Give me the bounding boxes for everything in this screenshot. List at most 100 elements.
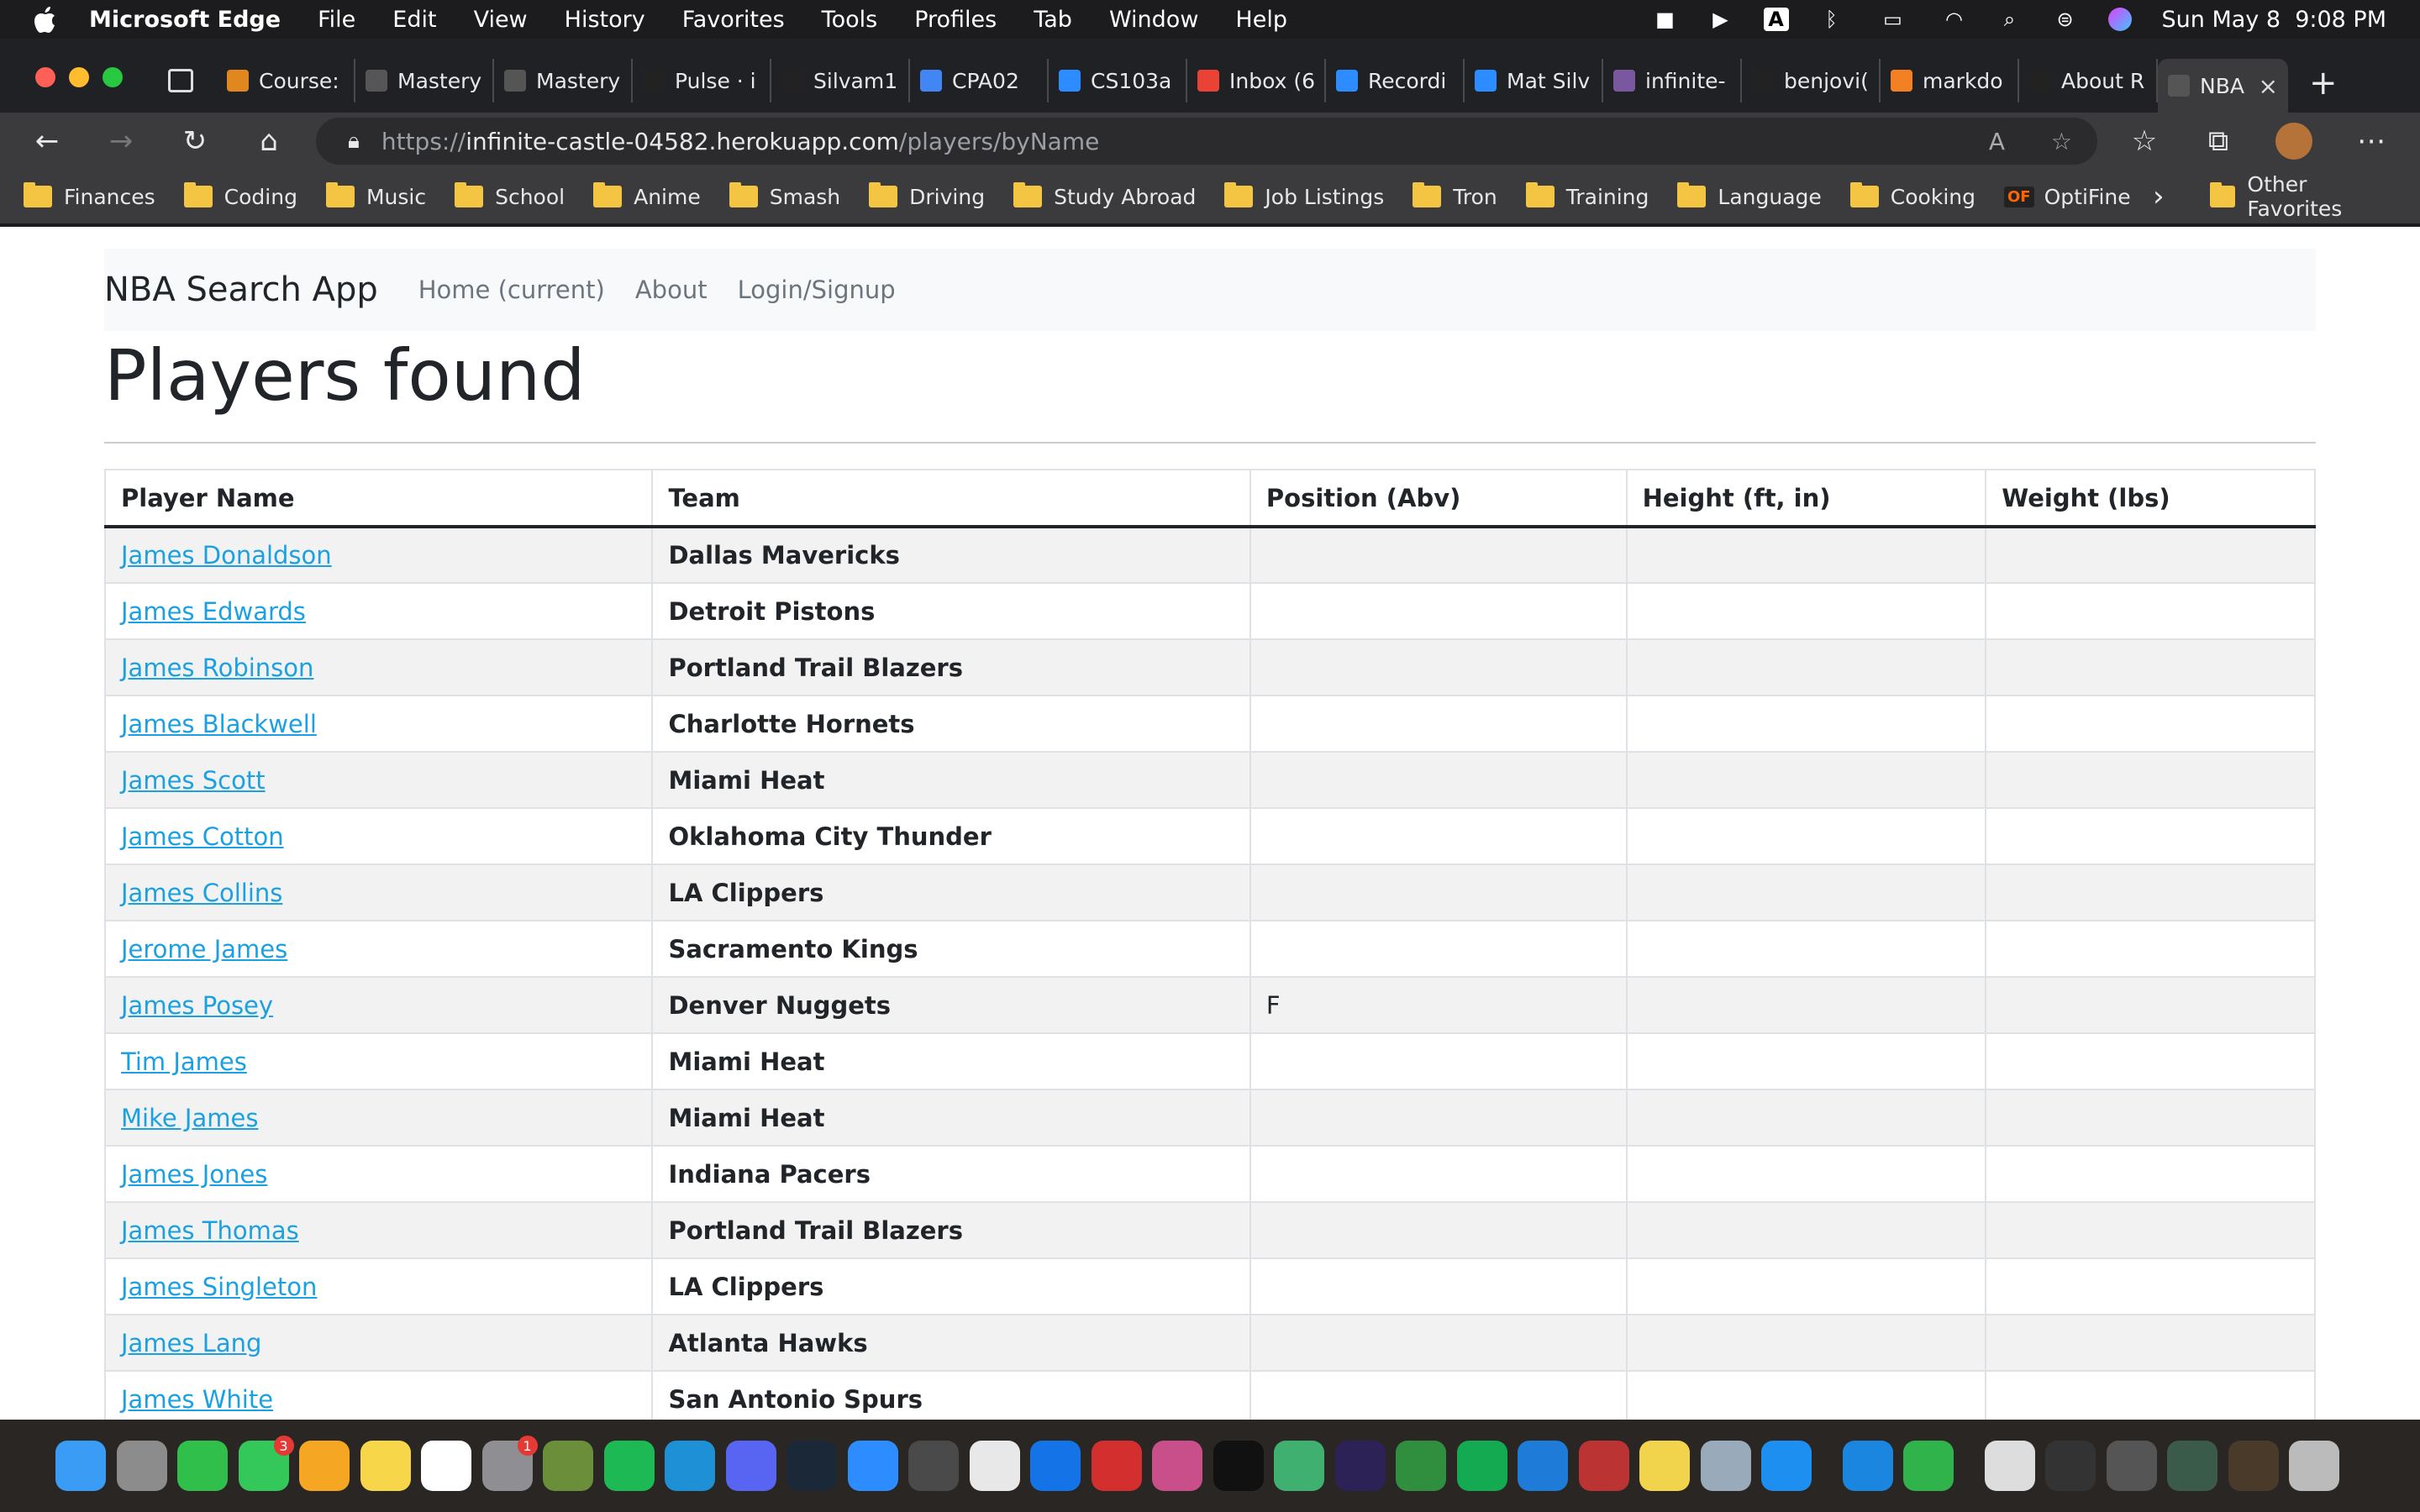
player-link[interactable]: James Scott — [121, 766, 266, 795]
document-icon[interactable] — [1984, 1441, 2035, 1491]
eclipse-icon[interactable] — [1334, 1441, 1386, 1491]
menu-help[interactable]: Help — [1235, 7, 1287, 33]
screenshot-3-icon[interactable] — [2167, 1441, 2217, 1491]
menu-view[interactable]: View — [474, 7, 528, 33]
input-source-icon[interactable]: A — [1763, 8, 1789, 31]
nav-link-home[interactable]: Home (current) — [418, 276, 605, 304]
minimize-window-button[interactable] — [69, 67, 89, 87]
bluetooth-icon[interactable]: ᛒ — [1819, 8, 1844, 31]
tab-4[interactable]: Silvam1 — [771, 59, 910, 102]
bookmark-folder-8[interactable]: Job Listings — [1224, 182, 1384, 209]
tab-3[interactable]: Pulse · i — [633, 59, 771, 102]
menu-tab[interactable]: Tab — [1034, 7, 1072, 33]
chrome-canary-icon[interactable] — [1152, 1441, 1202, 1491]
control-center-icon[interactable]: ⊜ — [2053, 8, 2078, 31]
obs-icon[interactable] — [1396, 1441, 1446, 1491]
lock-icon[interactable]: 🔒︎ — [348, 129, 360, 155]
tab-11[interactable]: benjovi( — [1742, 59, 1881, 102]
apple-icon[interactable] — [30, 5, 59, 34]
wifi-icon[interactable]: ◠ — [1942, 8, 1967, 31]
adobe-icon[interactable] — [1030, 1441, 1081, 1491]
acrobat-icon[interactable] — [1091, 1441, 1142, 1491]
vscode-icon[interactable] — [1518, 1441, 1568, 1491]
address-bar[interactable]: 🔒︎ https://infinite-castle-04582.herokua… — [316, 118, 2097, 165]
tab-7[interactable]: Inbox (6 — [1187, 59, 1326, 102]
tab-2[interactable]: Mastery — [494, 59, 633, 102]
menu-file[interactable]: File — [318, 7, 355, 33]
menu-favorites[interactable]: Favorites — [682, 7, 785, 33]
minecraft-icon[interactable] — [543, 1441, 593, 1491]
edge-icon[interactable] — [665, 1441, 715, 1491]
spotify-icon[interactable] — [603, 1441, 655, 1491]
textedit-icon[interactable] — [969, 1441, 1020, 1491]
bookmark-folder-12[interactable]: Cooking — [1849, 182, 1975, 209]
messages-icon[interactable]: 3 — [238, 1436, 294, 1491]
atom-icon[interactable] — [1274, 1441, 1324, 1491]
preview-icon[interactable] — [1700, 1441, 1751, 1491]
menu-profiles[interactable]: Profiles — [914, 7, 997, 33]
steam-icon[interactable] — [786, 1441, 837, 1491]
zoom-icon[interactable] — [847, 1441, 898, 1491]
menu-tools[interactable]: Tools — [822, 7, 878, 33]
player-link[interactable]: James Cotton — [121, 822, 284, 851]
battery-icon[interactable]: ▭ — [1875, 8, 1912, 31]
menu-window[interactable]: Window — [1109, 7, 1198, 33]
bookmark-folder-1[interactable]: Coding — [183, 182, 297, 209]
player-link[interactable]: James Edwards — [121, 597, 306, 626]
bookmark-folder-0[interactable]: Finances — [24, 182, 155, 209]
bookmark-folder-11[interactable]: Language — [1677, 182, 1822, 209]
forward-arrow-icon[interactable]: → — [104, 124, 138, 158]
add-favorite-star-icon[interactable]: ☆ — [2051, 128, 2072, 155]
bookmark-folder-10[interactable]: Training — [1525, 182, 1649, 209]
system-preferences-icon[interactable]: 1 — [481, 1436, 538, 1491]
player-link[interactable]: James Robinson — [121, 654, 313, 682]
tab-12[interactable]: markdo — [1881, 59, 2019, 102]
navbar-brand[interactable]: NBA Search App — [104, 270, 378, 309]
profile-avatar[interactable] — [2275, 123, 2312, 160]
bookmark-folder-6[interactable]: Driving — [869, 182, 985, 209]
bookmark-optifine[interactable]: OF OptiFine — [2003, 185, 2131, 209]
screenshot-2-icon[interactable] — [2106, 1441, 2157, 1491]
facetime-icon[interactable] — [177, 1441, 228, 1491]
camera-icon[interactable]: ■ — [1653, 8, 1678, 31]
trash-icon[interactable] — [2289, 1441, 2339, 1491]
close-tab-icon[interactable]: × — [2259, 72, 2278, 100]
tab-8[interactable]: Recordi — [1326, 59, 1465, 102]
bookmark-other-favorites[interactable]: Other Favorites — [2210, 172, 2391, 221]
quicktime-icon[interactable] — [908, 1441, 959, 1491]
spotlight-search-icon[interactable]: ⌕ — [1997, 8, 2023, 31]
menu-app-name[interactable]: Microsoft Edge — [89, 7, 281, 33]
python-icon[interactable] — [1639, 1441, 1690, 1491]
player-link[interactable]: James Jones — [121, 1160, 267, 1189]
tab-13[interactable]: About R — [2019, 59, 2158, 102]
zoom-window-button[interactable] — [103, 67, 123, 87]
back-arrow-icon[interactable]: ← — [30, 124, 64, 158]
discord-icon[interactable] — [725, 1441, 776, 1491]
menubar-clock[interactable]: Sun May 8 9:08 PM — [2162, 7, 2386, 33]
refresh-icon[interactable]: ↻ — [178, 124, 212, 158]
bookmark-folder-3[interactable]: School — [455, 182, 565, 209]
tab-0[interactable]: Course: — [217, 59, 355, 102]
more-options-icon[interactable]: ⋯ — [2354, 124, 2388, 158]
screenshot-1-icon[interactable] — [2045, 1441, 2096, 1491]
player-link[interactable]: James Thomas — [121, 1216, 299, 1245]
player-link[interactable]: James White — [121, 1385, 273, 1414]
terminal-icon[interactable] — [1213, 1441, 1264, 1491]
keynote-icon[interactable] — [1842, 1441, 1893, 1491]
player-link[interactable]: James Posey — [121, 991, 273, 1020]
new-tab-button[interactable]: + — [2309, 64, 2338, 102]
tab-1[interactable]: Mastery — [355, 59, 494, 102]
tab-5[interactable]: CPA02 — [910, 59, 1049, 102]
menu-edit[interactable]: Edit — [392, 7, 436, 33]
calendar-icon[interactable] — [421, 1441, 471, 1491]
bookmark-folder-4[interactable]: Anime — [593, 182, 701, 209]
read-aloud-icon[interactable]: A — [1989, 128, 2005, 155]
tab-actions-icon[interactable] — [168, 69, 193, 92]
launchpad-icon[interactable] — [116, 1441, 167, 1491]
app-store-icon[interactable] — [1761, 1441, 1812, 1491]
tab-14[interactable]: NBA × — [2158, 59, 2288, 113]
player-link[interactable]: James Singleton — [121, 1273, 317, 1301]
player-link[interactable]: Tim James — [121, 1047, 247, 1076]
player-link[interactable]: James Collins — [121, 879, 282, 907]
bookmark-folder-5[interactable]: Smash — [729, 182, 840, 209]
